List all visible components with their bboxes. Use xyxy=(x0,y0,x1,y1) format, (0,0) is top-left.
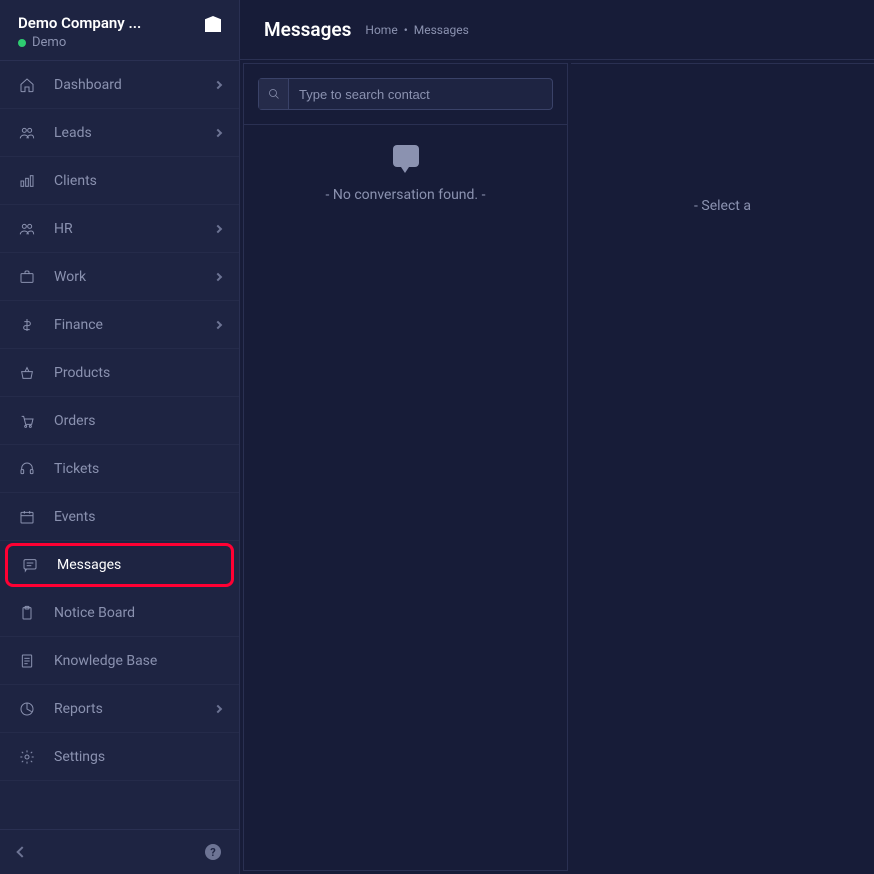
document-icon xyxy=(18,652,36,670)
sidebar-item-label: Products xyxy=(54,365,221,381)
message-icon xyxy=(21,556,39,574)
status-dot-icon xyxy=(18,39,26,47)
sidebar-item-settings[interactable]: Settings xyxy=(0,733,239,781)
breadcrumb: Home • Messages xyxy=(365,23,468,37)
sidebar-item-products[interactable]: Products xyxy=(0,349,239,397)
search-icon xyxy=(259,79,289,109)
sidebar-item-label: Reports xyxy=(54,701,215,717)
message-empty-text: - Select a xyxy=(694,198,751,214)
sidebar-item-messages[interactable]: Messages xyxy=(5,543,234,587)
sidebar-item-tickets[interactable]: Tickets xyxy=(0,445,239,493)
chat-bubble-icon xyxy=(393,145,419,167)
collapse-sidebar-button[interactable] xyxy=(16,846,27,857)
calendar-icon xyxy=(18,508,36,526)
sidebar-item-reports[interactable]: Reports xyxy=(0,685,239,733)
cart-icon xyxy=(18,412,36,430)
dollar-icon xyxy=(18,316,36,334)
sidebar-item-label: HR xyxy=(54,221,215,237)
chevron-right-icon xyxy=(214,224,222,232)
chevron-right-icon xyxy=(214,704,222,712)
sidebar-nav: Dashboard Leads Clients HR Work Finance Produc… xyxy=(0,61,239,829)
main-content: Messages Home • Messages - No conversati… xyxy=(240,0,874,874)
status-row: Demo xyxy=(18,35,141,50)
contact-panel: - No conversation found. - xyxy=(243,63,568,871)
sidebar-item-clients[interactable]: Clients xyxy=(0,157,239,205)
search-bar xyxy=(244,64,567,125)
contact-empty-state: - No conversation found. - xyxy=(244,125,567,203)
pie-icon xyxy=(18,700,36,718)
sidebar-footer: ? xyxy=(0,829,239,874)
sidebar-item-hr[interactable]: HR xyxy=(0,205,239,253)
page-title: Messages xyxy=(264,18,351,41)
sidebar-item-notice-board[interactable]: Notice Board xyxy=(0,589,239,637)
message-panel: - Select a xyxy=(571,63,874,874)
sidebar-item-knowledge-base[interactable]: Knowledge Base xyxy=(0,637,239,685)
status-text: Demo xyxy=(32,35,66,50)
breadcrumb-separator: • xyxy=(404,23,408,37)
sidebar-item-label: Finance xyxy=(54,317,215,333)
empty-text: - No conversation found. - xyxy=(326,187,486,203)
chevron-right-icon xyxy=(214,80,222,88)
clipboard-icon xyxy=(18,604,36,622)
home-icon xyxy=(18,76,36,94)
breadcrumb-current: Messages xyxy=(414,23,469,37)
people-icon xyxy=(18,124,36,142)
sidebar-item-label: Orders xyxy=(54,413,221,429)
sidebar-item-finance[interactable]: Finance xyxy=(0,301,239,349)
sidebar-item-label: Tickets xyxy=(54,461,221,477)
sidebar-item-label: Leads xyxy=(54,125,215,141)
sidebar-item-label: Clients xyxy=(54,173,221,189)
main-header: Messages Home • Messages xyxy=(240,0,874,60)
sidebar-item-label: Settings xyxy=(54,749,221,765)
sidebar-item-label: Knowledge Base xyxy=(54,653,221,669)
search-container xyxy=(258,78,553,110)
breadcrumb-home[interactable]: Home xyxy=(365,23,397,37)
bars-icon xyxy=(18,172,36,190)
sidebar-item-leads[interactable]: Leads xyxy=(0,109,239,157)
sidebar-item-label: Events xyxy=(54,509,221,525)
company-logo-icon xyxy=(205,16,221,32)
briefcase-icon xyxy=(18,268,36,286)
sidebar-item-label: Dashboard xyxy=(54,77,215,93)
content-area: - No conversation found. - - Select a xyxy=(240,60,874,874)
sidebar-header: Demo Company ... Demo xyxy=(0,0,239,61)
sidebar-item-dashboard[interactable]: Dashboard xyxy=(0,61,239,109)
chevron-right-icon xyxy=(214,272,222,280)
sidebar-item-events[interactable]: Events xyxy=(0,493,239,541)
sidebar-item-label: Messages xyxy=(57,557,218,573)
chevron-right-icon xyxy=(214,320,222,328)
sidebar: Demo Company ... Demo Dashboard Leads Clie… xyxy=(0,0,240,874)
headset-icon xyxy=(18,460,36,478)
company-name: Demo Company ... xyxy=(18,14,141,32)
search-input[interactable] xyxy=(289,87,552,102)
gear-icon xyxy=(18,748,36,766)
chevron-right-icon xyxy=(214,128,222,136)
help-icon[interactable]: ? xyxy=(205,844,221,860)
people-icon xyxy=(18,220,36,238)
company-block[interactable]: Demo Company ... Demo xyxy=(18,14,141,50)
basket-icon xyxy=(18,364,36,382)
sidebar-item-orders[interactable]: Orders xyxy=(0,397,239,445)
sidebar-item-work[interactable]: Work xyxy=(0,253,239,301)
sidebar-item-label: Work xyxy=(54,269,215,285)
sidebar-item-label: Notice Board xyxy=(54,605,221,621)
